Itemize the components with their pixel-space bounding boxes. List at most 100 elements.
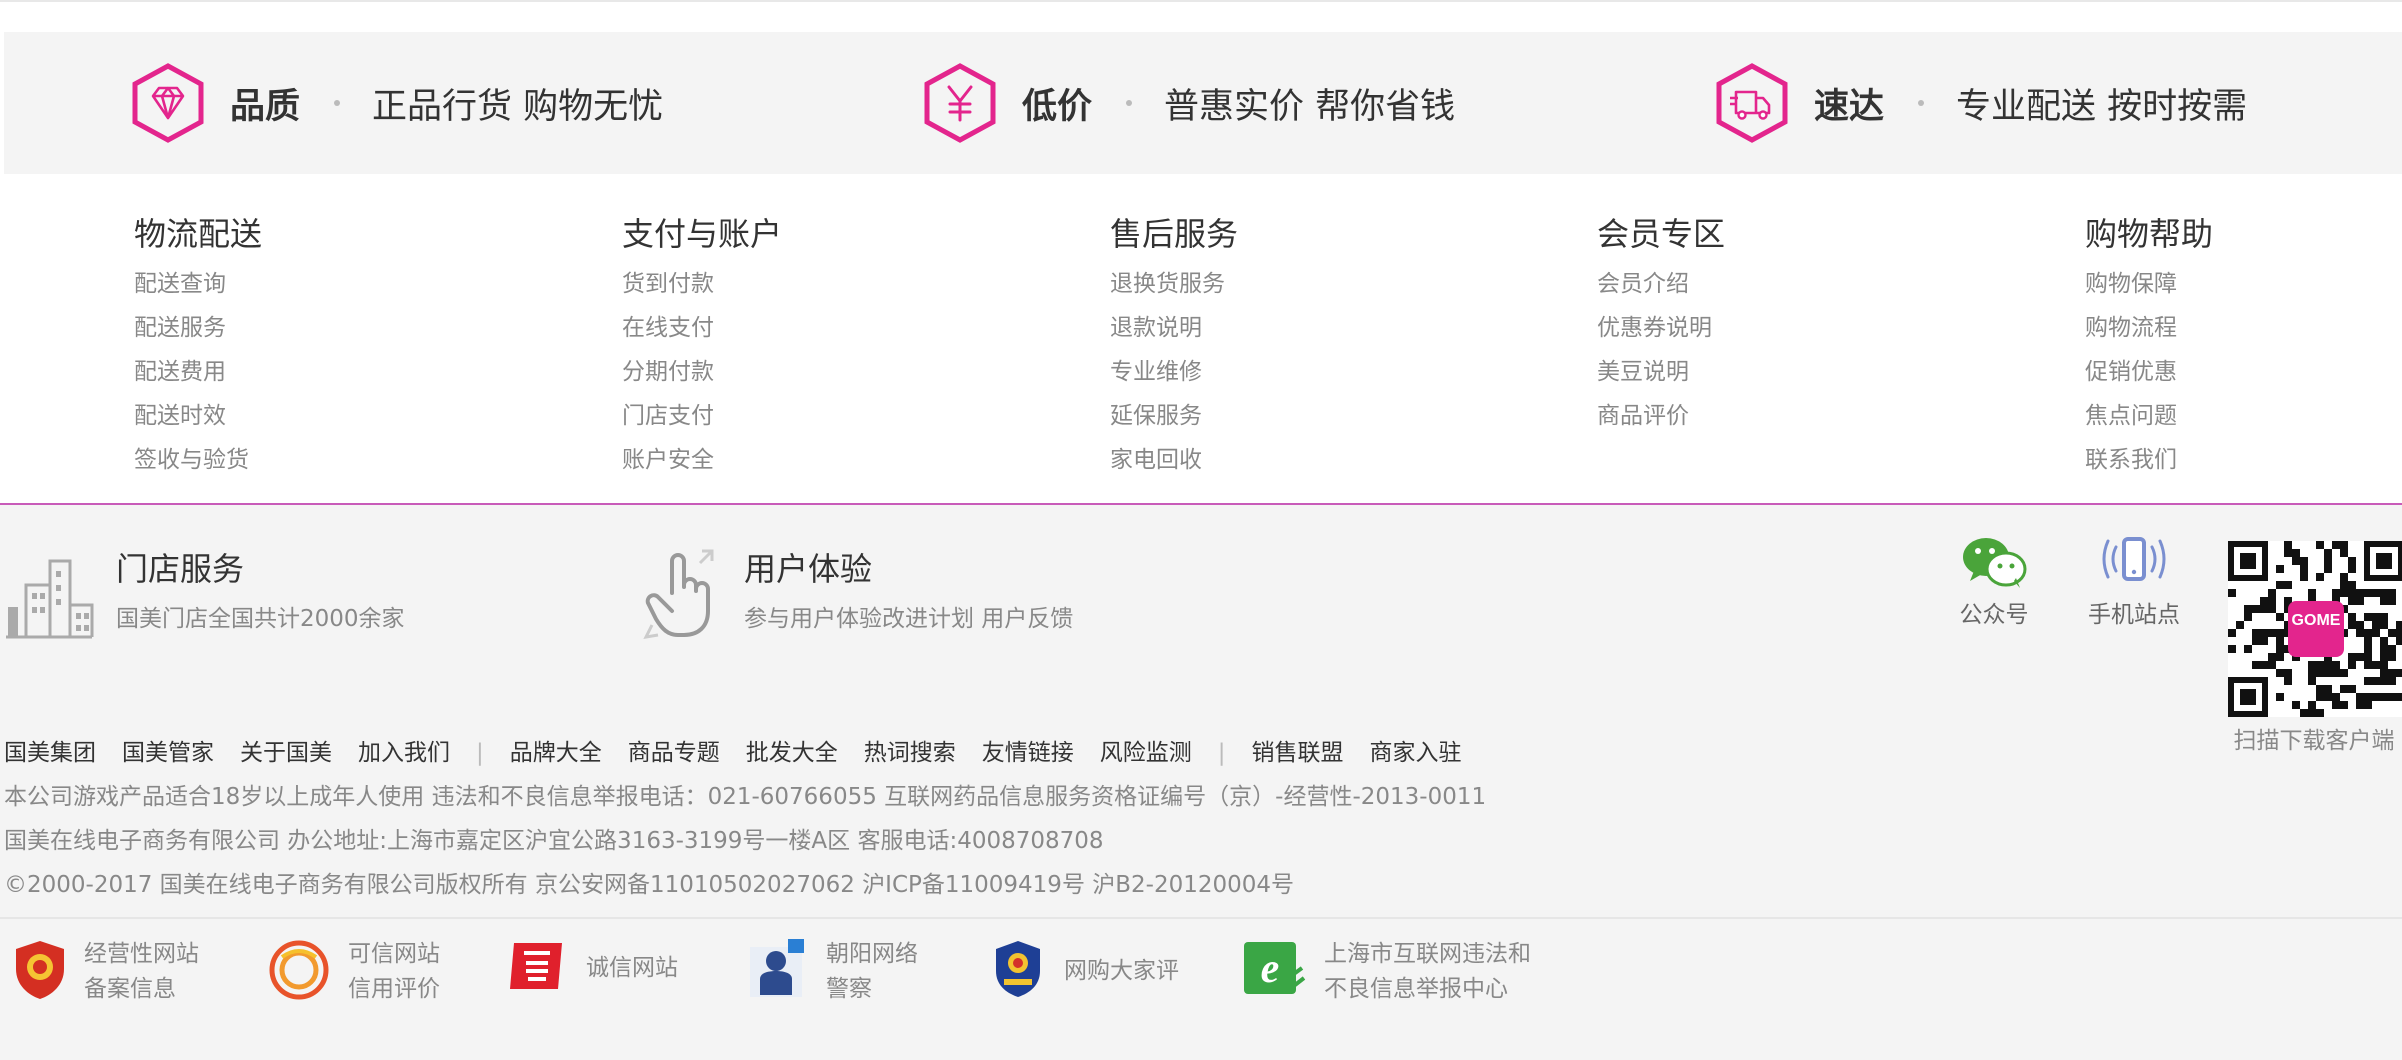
help-link[interactable]: 美豆说明 bbox=[1597, 350, 1725, 394]
footer-bottom: 门店服务 国美门店全国共计2000余家 用户体验 参与用户体验改进计划 用户反馈 bbox=[0, 505, 2402, 1060]
help-link[interactable]: 商品评价 bbox=[1597, 394, 1725, 438]
promise-desc: 正品行货 购物无忧 bbox=[372, 86, 664, 127]
help-link[interactable]: 分期付款 bbox=[622, 350, 782, 394]
top-divider bbox=[0, 0, 2402, 2]
svg-text:e: e bbox=[1261, 946, 1280, 992]
footer-link[interactable]: 加入我们 bbox=[358, 740, 450, 766]
footer-link[interactable]: 友情链接 bbox=[982, 740, 1074, 766]
badge-label: 信用评价 bbox=[348, 976, 440, 1002]
footer-link[interactable]: 商家入驻 bbox=[1370, 740, 1462, 766]
help-link[interactable]: 配送查询 bbox=[134, 262, 262, 306]
column-title: 购物帮助 bbox=[2085, 215, 2214, 253]
promise-price: 低价 普惠实价 帮你省钱 bbox=[920, 32, 1455, 174]
footer-link[interactable]: 国美管家 bbox=[122, 740, 214, 766]
help-link[interactable]: 延保服务 bbox=[1110, 394, 1238, 438]
help-link[interactable]: 焦点问题 bbox=[2085, 394, 2213, 438]
help-link[interactable]: 会员介绍 bbox=[1597, 262, 1725, 306]
footer-link[interactable]: 销售联盟 bbox=[1252, 740, 1344, 766]
help-link[interactable]: 优惠券说明 bbox=[1597, 306, 1725, 350]
promise-title: 低价 bbox=[1022, 86, 1093, 127]
footer-link[interactable]: 商品专题 bbox=[628, 740, 720, 766]
help-link[interactable]: 联系我们 bbox=[2085, 438, 2213, 482]
badge-label: 经营性网站 bbox=[84, 941, 199, 967]
help-column-aftersales: 售后服务 退换货服务 退款说明 专业维修 延保服务 家电回收 bbox=[1110, 212, 1238, 482]
help-link[interactable]: 门店支付 bbox=[622, 394, 782, 438]
help-column-member: 会员专区 会员介绍 优惠券说明 美豆说明 商品评价 bbox=[1597, 212, 1725, 438]
cyber-police-icon bbox=[744, 937, 808, 1007]
help-link[interactable]: 在线支付 bbox=[622, 306, 782, 350]
help-link[interactable]: 配送时效 bbox=[134, 394, 262, 438]
social-label: 手机站点 bbox=[2088, 602, 2180, 628]
help-columns: 物流配送 配送查询 配送服务 配送费用 配送时效 签收与验货 支付与账户 货到付… bbox=[0, 174, 2402, 502]
buildings-icon bbox=[4, 547, 94, 643]
column-title: 支付与账户 bbox=[622, 215, 783, 253]
dot-separator bbox=[1918, 100, 1925, 106]
help-link[interactable]: 促销优惠 bbox=[2085, 350, 2213, 394]
promise-quality: 品质 正品行货 购物无忧 bbox=[128, 32, 663, 174]
badge-divider bbox=[0, 917, 2402, 919]
e-report-icon: e bbox=[1240, 938, 1306, 1006]
footer-link[interactable]: 品牌大全 bbox=[510, 740, 602, 766]
copyright: ©2000-2017 国美在线电子商务有限公司版权所有 京公安网备1101050… bbox=[4, 872, 1295, 898]
app-download-qr[interactable]: GOME 扫描下载客户端 bbox=[2226, 541, 2402, 755]
badge-label: 不良信息举报中心 bbox=[1324, 976, 1508, 1002]
badge-trusted-site[interactable]: 可信网站 信用评价 bbox=[268, 937, 440, 1007]
help-link[interactable]: 签收与验货 bbox=[134, 438, 262, 482]
badge-integrity-site[interactable]: 诚信网站 bbox=[504, 937, 678, 999]
yuan-icon bbox=[920, 63, 1000, 143]
site-footer: 品质 正品行货 购物无忧 低价 普惠实价 帮你省钱 速达 专业配送 按时按需 物… bbox=[0, 0, 2402, 1060]
mobile-icon bbox=[2086, 535, 2182, 589]
badge-label: 备案信息 bbox=[84, 976, 176, 1002]
promise-desc: 普惠实价 帮你省钱 bbox=[1164, 86, 1456, 127]
mobile-site[interactable]: 手机站点 bbox=[2086, 535, 2182, 629]
promise-speed: 速达 专业配送 按时按需 bbox=[1712, 32, 2247, 174]
badge-label: 可信网站 bbox=[348, 941, 440, 967]
wechat-account[interactable]: 公众号 bbox=[1950, 535, 2038, 629]
help-link[interactable]: 账户安全 bbox=[622, 438, 782, 482]
help-column-payment: 支付与账户 货到付款 在线支付 分期付款 门店支付 账户安全 bbox=[622, 212, 782, 482]
promise-title: 速达 bbox=[1814, 86, 1885, 127]
column-title: 会员专区 bbox=[1597, 215, 1726, 253]
service-title: 门店服务 bbox=[116, 550, 245, 588]
badge-label: 警察 bbox=[826, 976, 872, 1002]
badge-label: 诚信网站 bbox=[586, 954, 678, 981]
badge-cyber-police[interactable]: 朝阳网络 警察 bbox=[744, 937, 918, 1007]
service-subtitle: 参与用户体验改进计划 用户反馈 bbox=[744, 606, 1074, 632]
police-shield-icon bbox=[14, 939, 66, 1005]
help-link[interactable]: 货到付款 bbox=[622, 262, 782, 306]
column-title: 售后服务 bbox=[1110, 215, 1239, 253]
wechat-icon bbox=[1950, 535, 2038, 589]
legal-notice: 本公司游戏产品适合18岁以上成年人使用 违法和不良信息举报电话：021-6076… bbox=[4, 784, 1487, 810]
help-link[interactable]: 退款说明 bbox=[1110, 306, 1238, 350]
footer-link[interactable]: 热词搜索 bbox=[864, 740, 956, 766]
company-address: 国美在线电子商务有限公司 办公地址:上海市嘉定区沪宜公路3163-3199号一楼… bbox=[4, 828, 1104, 854]
badge-business-record[interactable]: 经营性网站 备案信息 bbox=[14, 937, 199, 1007]
help-link[interactable]: 配送费用 bbox=[134, 350, 262, 394]
footer-link[interactable]: 国美集团 bbox=[4, 740, 96, 766]
footer-link[interactable]: 关于国美 bbox=[240, 740, 332, 766]
help-link[interactable]: 配送服务 bbox=[134, 306, 262, 350]
footer-link[interactable]: 批发大全 bbox=[746, 740, 838, 766]
badge-shanghai-report-center[interactable]: e 上海市互联网违法和 不良信息举报中心 bbox=[1240, 937, 1531, 1007]
help-link[interactable]: 退换货服务 bbox=[1110, 262, 1238, 306]
footer-links: 国美集团 国美管家 关于国美 加入我们 | 品牌大全 商品专题 批发大全 热词搜索 友情链接 风险监… bbox=[4, 733, 1488, 767]
badge-online-shopping-review[interactable]: 网购大家评 bbox=[990, 937, 1179, 1005]
dot-separator bbox=[334, 100, 341, 106]
help-link[interactable]: 购物保障 bbox=[2085, 262, 2213, 306]
help-column-shopping: 购物帮助 购物保障 购物流程 促销优惠 焦点问题 联系我们 bbox=[2085, 212, 2213, 482]
user-experience[interactable]: 用户体验 参与用户体验改进计划 用户反馈 bbox=[642, 547, 1073, 643]
service-title: 用户体验 bbox=[744, 550, 873, 588]
help-link[interactable]: 家电回收 bbox=[1110, 438, 1238, 482]
help-link[interactable]: 专业维修 bbox=[1110, 350, 1238, 394]
badge-label: 网购大家评 bbox=[1064, 957, 1179, 984]
hand-pointer-icon bbox=[642, 547, 720, 643]
social-label: 公众号 bbox=[1959, 602, 2029, 628]
qr-label: 扫描下载客户端 bbox=[2233, 728, 2395, 754]
store-service[interactable]: 门店服务 国美门店全国共计2000余家 bbox=[4, 547, 405, 643]
emblem-icon bbox=[990, 937, 1046, 1005]
footer-link[interactable]: 风险监测 bbox=[1100, 740, 1192, 766]
badge-label: 朝阳网络 bbox=[826, 941, 918, 967]
help-link[interactable]: 购物流程 bbox=[2085, 306, 2213, 350]
badge-label: 上海市互联网违法和 bbox=[1324, 941, 1531, 967]
promise-bar: 品质 正品行货 购物无忧 低价 普惠实价 帮你省钱 速达 专业配送 按时按需 bbox=[4, 32, 2402, 174]
